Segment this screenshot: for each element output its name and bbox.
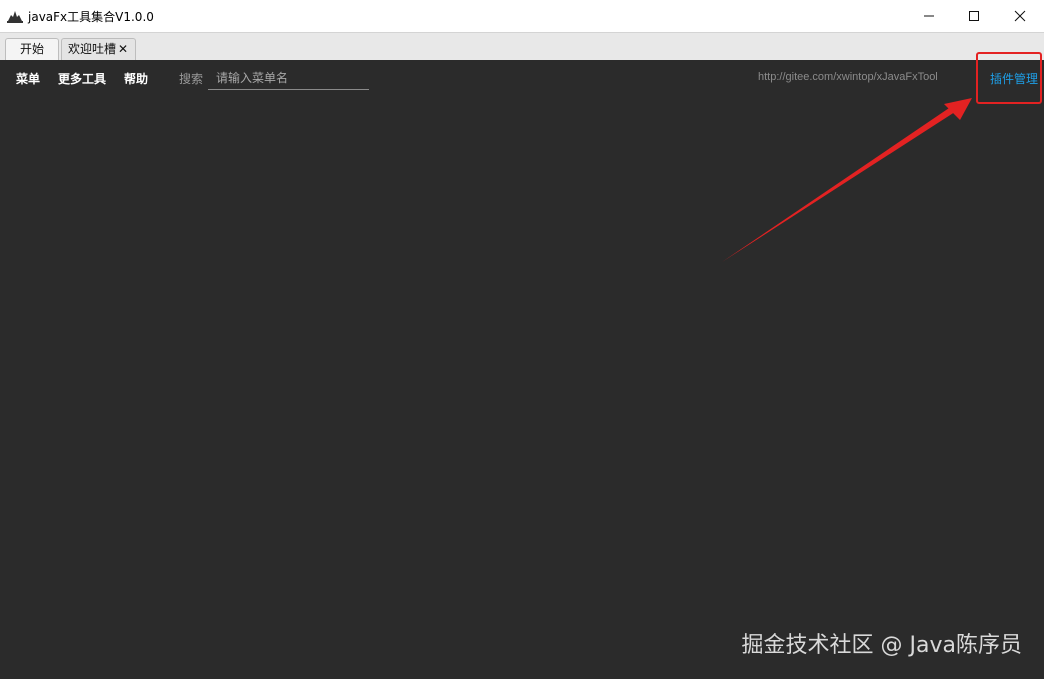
tab-start[interactable]: 开始 <box>5 38 59 61</box>
menu-item-more-tools[interactable]: 更多工具 <box>58 70 106 87</box>
tab-label: 开始 <box>19 42 44 56</box>
maximize-icon <box>969 10 979 21</box>
tab-welcome[interactable]: 欢迎吐槽 ✕ <box>61 38 136 61</box>
menu-item-menu[interactable]: 菜单 <box>16 70 40 87</box>
menu-item-help[interactable]: 帮助 <box>124 70 148 87</box>
close-icon <box>1014 10 1026 21</box>
tab-label: 欢迎吐槽 <box>68 42 117 56</box>
tab-strip: 开始 欢迎吐槽 ✕ <box>0 32 1044 61</box>
search-input[interactable] <box>208 66 369 90</box>
close-button[interactable] <box>997 0 1043 31</box>
menu-bar: 菜单 更多工具 帮助 搜索 http://gitee.com/xwintop/x… <box>0 60 1044 96</box>
annotation-highlight-box <box>976 52 1042 104</box>
search-label: 搜索 <box>179 72 204 86</box>
app-icon <box>7 11 23 23</box>
title-bar: javaFx工具集合V1.0.0 <box>0 0 1044 32</box>
main-content: 菜单 更多工具 帮助 搜索 http://gitee.com/xwintop/x… <box>0 60 1044 679</box>
minimize-button[interactable] <box>906 0 952 31</box>
project-url-link[interactable]: http://gitee.com/xwintop/xJavaFxTool <box>758 71 976 83</box>
minimize-icon <box>924 15 934 16</box>
maximize-button[interactable] <box>951 0 997 31</box>
tab-close-icon[interactable]: ✕ <box>118 42 128 56</box>
window-title: javaFx工具集合V1.0.0 <box>28 10 154 24</box>
watermark: 掘金技术社区 @ Java陈序员 <box>741 633 1022 658</box>
app-window: javaFx工具集合V1.0.0 开始 欢迎吐槽 ✕ 菜单 更多工具 帮助 搜索 … <box>0 0 1044 679</box>
